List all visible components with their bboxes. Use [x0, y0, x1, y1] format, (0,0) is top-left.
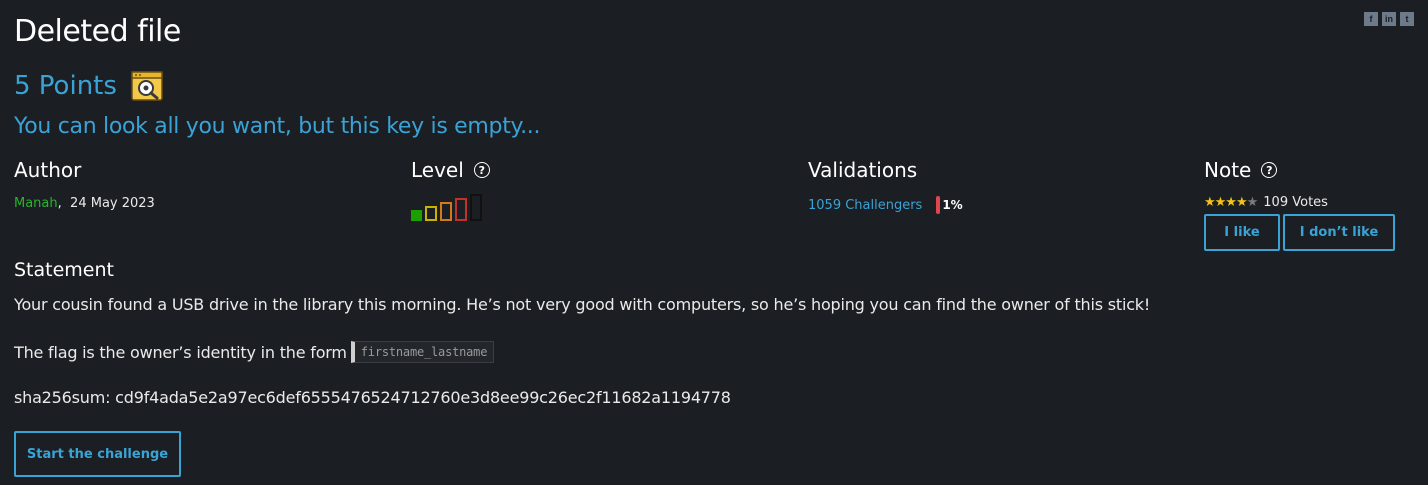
rating-info: ★★★★★ 109 Votes [1204, 195, 1328, 210]
page-title: Deleted file [14, 14, 181, 49]
flag-format-paragraph: The flag is the owner’s identity in the … [14, 341, 495, 363]
level-bar-1 [411, 210, 422, 221]
like-button[interactable]: I like [1204, 214, 1280, 251]
challengers-link[interactable]: 1059 Challengers [808, 198, 922, 213]
author-heading: Author [14, 158, 82, 182]
level-bar-4 [455, 198, 467, 221]
validation-percent-bar [936, 196, 941, 214]
share-icon[interactable]: t [1400, 12, 1414, 26]
linkedin-icon[interactable]: in [1382, 12, 1396, 26]
points-value: 5 Points [14, 71, 117, 101]
share-links: f in t [1364, 12, 1414, 26]
challenge-subtitle: You can look all you want, but this key … [14, 114, 541, 139]
author-link[interactable]: Manah [14, 196, 58, 211]
statement-paragraph: Your cousin found a USB drive in the lib… [14, 295, 1151, 314]
help-circle-icon[interactable]: ? [1261, 162, 1278, 178]
author-separator: , [57, 196, 62, 211]
sha256-line: sha256sum: cd9f4ada5e2a97ec6def655547652… [14, 388, 731, 407]
level-heading: Level ? [411, 158, 490, 182]
level-indicator [411, 194, 482, 221]
dislike-button[interactable]: I don’t like [1283, 214, 1395, 251]
level-bar-5 [470, 194, 482, 221]
points-row: 5 Points [14, 70, 163, 102]
flag-format-prefix: The flag is the owner’s identity in the … [14, 342, 347, 362]
rating-stars: ★★★★★ [1204, 195, 1259, 210]
level-bar-3 [440, 202, 452, 221]
publish-date: 24 May 2023 [70, 196, 155, 211]
author-info: Manah, 24 May 2023 [14, 196, 155, 211]
validations-info: 1059 Challengers 1% [808, 196, 963, 214]
star-empty-icon: ★ [1246, 195, 1259, 210]
facebook-icon[interactable]: f [1364, 12, 1378, 26]
validations-heading: Validations [808, 158, 918, 182]
start-challenge-button[interactable]: Start the challenge [14, 431, 181, 477]
forensic-magnifier-icon[interactable] [131, 70, 163, 102]
help-circle-icon[interactable]: ? [473, 162, 490, 178]
note-heading: Note ? [1204, 158, 1278, 182]
statement-heading: Statement [14, 259, 114, 281]
star-filled-icon: ★★★★ [1204, 195, 1248, 210]
flag-format-code: firstname_lastname [350, 341, 495, 363]
level-bar-2 [425, 206, 437, 221]
validation-percent: 1% [936, 196, 963, 214]
vote-count: 109 Votes [1263, 195, 1328, 210]
